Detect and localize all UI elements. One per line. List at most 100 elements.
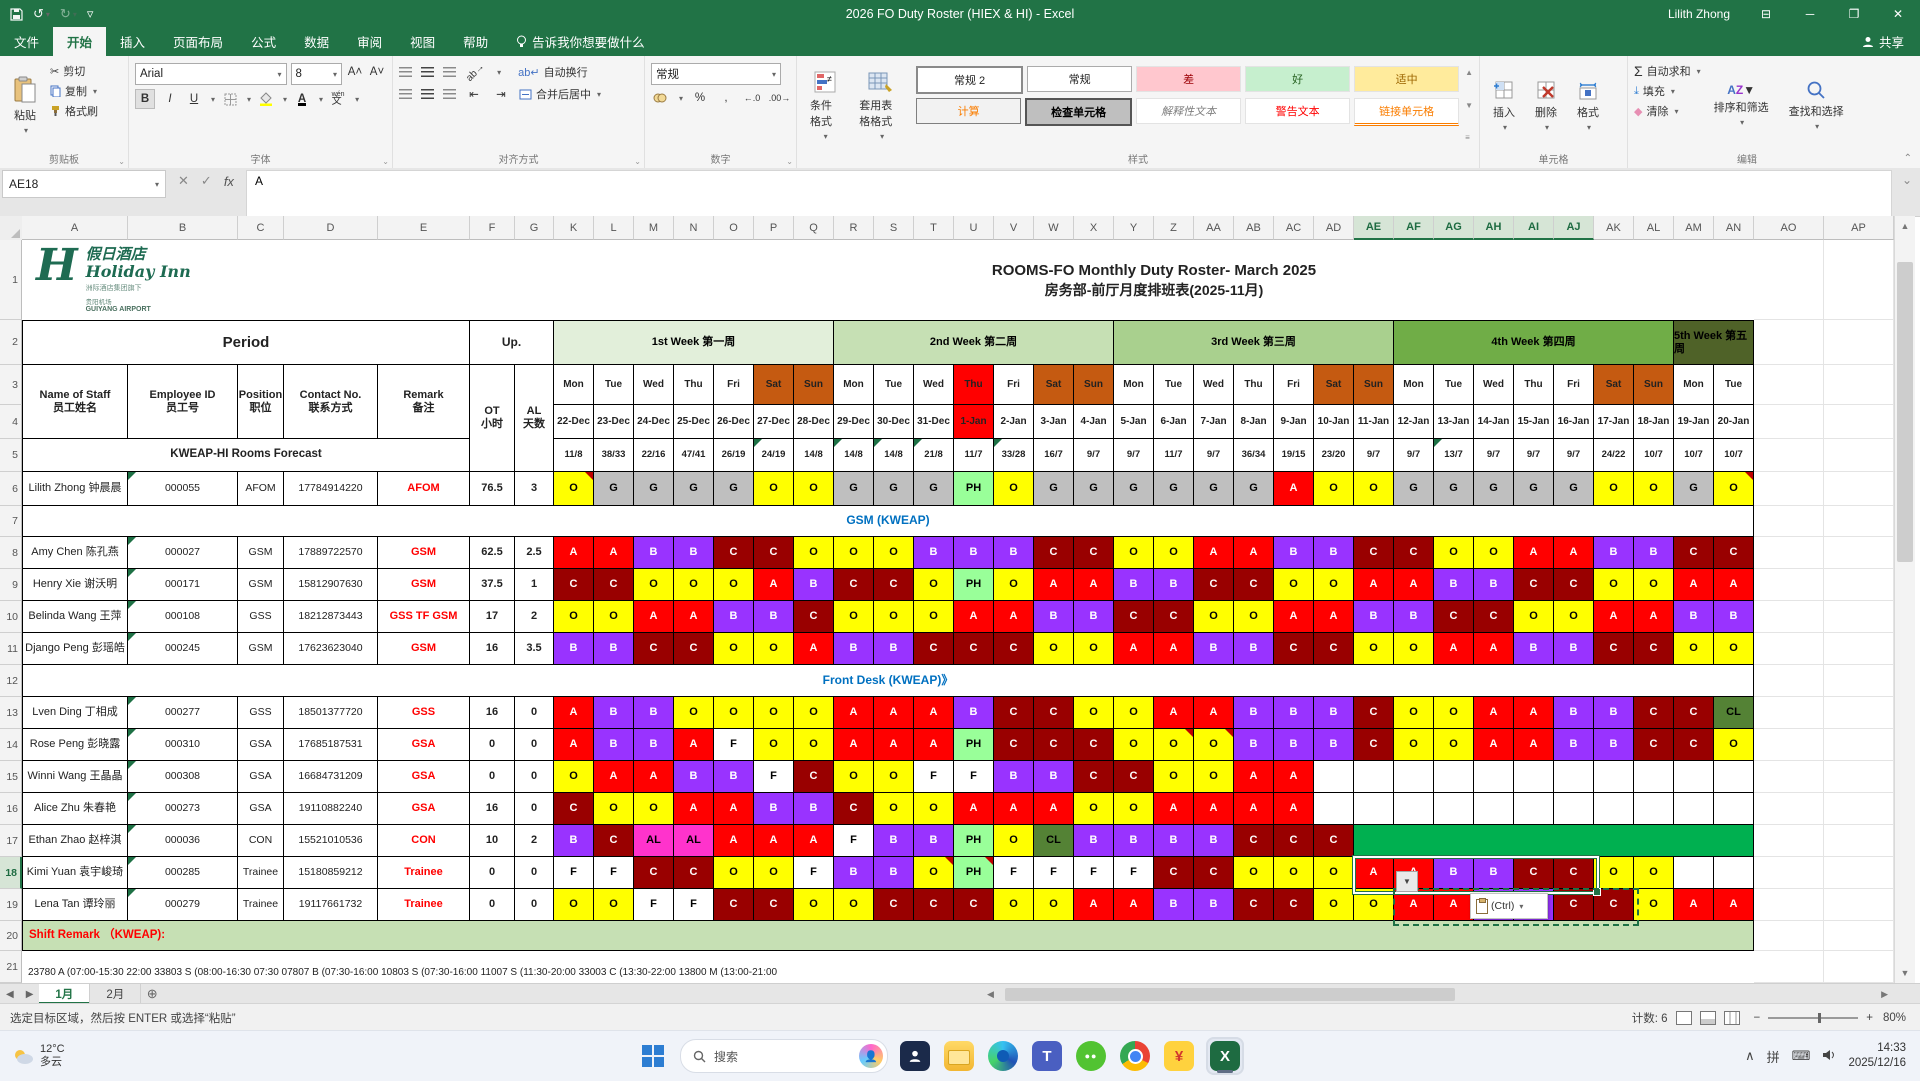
- shift-cell[interactable]: A: [834, 697, 874, 729]
- staff-remark[interactable]: GSA: [378, 793, 470, 825]
- row-header-3[interactable]: 3: [0, 365, 22, 405]
- empty-cell[interactable]: [1824, 472, 1894, 506]
- shift-cell[interactable]: C: [1554, 857, 1594, 889]
- scroll-left-icon[interactable]: ◀: [987, 989, 994, 1000]
- column-header-AG[interactable]: AG: [1434, 216, 1474, 240]
- shift-cell[interactable]: O: [1714, 729, 1754, 761]
- shift-cell[interactable]: B: [1674, 601, 1714, 633]
- font-color-button[interactable]: A: [293, 90, 311, 108]
- shift-cell[interactable]: O: [554, 601, 594, 633]
- shift-cell[interactable]: A: [1274, 601, 1314, 633]
- shift-cell[interactable]: B: [1114, 569, 1154, 601]
- scroll-up-icon[interactable]: ▲: [1895, 216, 1915, 236]
- day-name-cell[interactable]: Sun: [1634, 365, 1674, 405]
- column-header-AK[interactable]: AK: [1594, 216, 1634, 240]
- tab-view[interactable]: 视图: [396, 27, 449, 56]
- shift-cell[interactable]: A: [1674, 889, 1714, 921]
- shift-cell[interactable]: C: [954, 633, 994, 665]
- autosum-button[interactable]: Σ 自动求和 ▾: [1634, 63, 1701, 79]
- shift-cell[interactable]: C: [1034, 697, 1074, 729]
- shift-cell[interactable]: B: [954, 697, 994, 729]
- staff-position[interactable]: Trainee: [238, 857, 284, 889]
- forecast-cell[interactable]: 23/20: [1314, 439, 1354, 472]
- shift-cell[interactable]: C: [674, 857, 714, 889]
- day-name-cell[interactable]: Wed: [634, 365, 674, 405]
- staff-id[interactable]: 000108: [128, 601, 238, 633]
- conditional-formatting-button[interactable]: ≠ 条件格式 ▾: [803, 60, 846, 150]
- shift-cell[interactable]: O: [1434, 729, 1474, 761]
- empty-cell[interactable]: [1824, 537, 1894, 569]
- empty-cell[interactable]: [1754, 240, 1824, 320]
- style-explanatory[interactable]: 解释性文本: [1136, 98, 1242, 124]
- shift-cell[interactable]: B: [1314, 537, 1354, 569]
- shift-cell[interactable]: G: [914, 472, 954, 506]
- shift-cell[interactable]: A: [1474, 633, 1514, 665]
- staff-remark[interactable]: GSS: [378, 697, 470, 729]
- day-name-cell[interactable]: Mon: [1114, 365, 1154, 405]
- date-cell[interactable]: 29-Dec: [834, 405, 874, 439]
- shift-cell[interactable]: B: [954, 537, 994, 569]
- shift-cell[interactable]: O: [834, 889, 874, 921]
- staff-name[interactable]: Alice Zhu 朱春艳: [22, 793, 128, 825]
- shift-cell[interactable]: A: [1314, 601, 1354, 633]
- tab-formulas[interactable]: 公式: [237, 27, 290, 56]
- account-name[interactable]: Lilith Zhong: [1668, 7, 1730, 21]
- empty-cell[interactable]: [1754, 665, 1824, 697]
- shift-cell[interactable]: G: [714, 472, 754, 506]
- excel-app-icon[interactable]: X: [1206, 1037, 1244, 1075]
- fx-icon[interactable]: fx: [224, 174, 234, 189]
- column-header-G[interactable]: G: [515, 216, 554, 240]
- shift-cell[interactable]: O: [594, 601, 634, 633]
- forecast-cell[interactable]: 47/41: [674, 439, 714, 472]
- forecast-cell[interactable]: 24/22: [1594, 439, 1634, 472]
- staff-remark[interactable]: GSM: [378, 633, 470, 665]
- shift-cell[interactable]: G: [1394, 472, 1434, 506]
- staff-al[interactable]: 3.5: [515, 633, 554, 665]
- staff-name[interactable]: Rose Peng 彭晓露: [22, 729, 128, 761]
- staff-contact[interactable]: 17889722570: [284, 537, 378, 569]
- tab-page-layout[interactable]: 页面布局: [159, 27, 237, 56]
- shift-cell[interactable]: B: [874, 857, 914, 889]
- formula-input[interactable]: A: [245, 170, 1892, 222]
- staff-contact[interactable]: 15180859212: [284, 857, 378, 889]
- row-header-2[interactable]: 2: [0, 320, 22, 365]
- tab-insert[interactable]: 插入: [106, 27, 159, 56]
- shift-cell[interactable]: A: [874, 729, 914, 761]
- shift-cell[interactable]: O: [874, 537, 914, 569]
- staff-al[interactable]: 0: [515, 761, 554, 793]
- shift-cell[interactable]: F: [794, 857, 834, 889]
- staff-remark[interactable]: AFOM: [378, 472, 470, 506]
- shift-cell[interactable]: C: [554, 569, 594, 601]
- align-top-icon[interactable]: [399, 67, 412, 77]
- shift-cell[interactable]: A: [554, 729, 594, 761]
- shift-cell[interactable]: CL: [1714, 697, 1754, 729]
- shift-cell[interactable]: G: [634, 472, 674, 506]
- forecast-cell[interactable]: 13/7: [1434, 439, 1474, 472]
- fill-button[interactable]: ⤓ 填充 ▾: [1634, 83, 1701, 99]
- shift-cell[interactable]: C: [1194, 857, 1234, 889]
- shift-cell[interactable]: O: [554, 472, 594, 506]
- shift-cell[interactable]: B: [1474, 857, 1514, 889]
- shift-cell[interactable]: PH: [954, 472, 994, 506]
- date-cell[interactable]: 1-Jan: [954, 405, 994, 439]
- staff-remark[interactable]: GSM: [378, 569, 470, 601]
- forecast-cell[interactable]: 9/7: [1074, 439, 1114, 472]
- staff-ot[interactable]: 0: [470, 761, 515, 793]
- column-header-D[interactable]: D: [284, 216, 378, 240]
- shift-cell[interactable]: [1474, 761, 1514, 793]
- staff-name[interactable]: Amy Chen 陈孔燕: [22, 537, 128, 569]
- row-header-5[interactable]: 5: [0, 439, 22, 472]
- number-dialog-launcher[interactable]: ⌄: [786, 157, 793, 166]
- shift-cell[interactable]: [1314, 761, 1354, 793]
- shift-cell[interactable]: B: [554, 825, 594, 857]
- shift-cell[interactable]: B: [1194, 889, 1234, 921]
- staff-contact[interactable]: 19117661732: [284, 889, 378, 921]
- day-name-cell[interactable]: Fri: [994, 365, 1034, 405]
- shift-cell[interactable]: C: [1514, 857, 1554, 889]
- day-name-cell[interactable]: Wed: [1474, 365, 1514, 405]
- row-header-10[interactable]: 10: [0, 601, 22, 633]
- paste-button[interactable]: 粘贴 ▾: [6, 60, 44, 150]
- empty-cell[interactable]: [1754, 537, 1824, 569]
- shift-cell[interactable]: C: [634, 857, 674, 889]
- column-header-C[interactable]: C: [238, 216, 284, 240]
